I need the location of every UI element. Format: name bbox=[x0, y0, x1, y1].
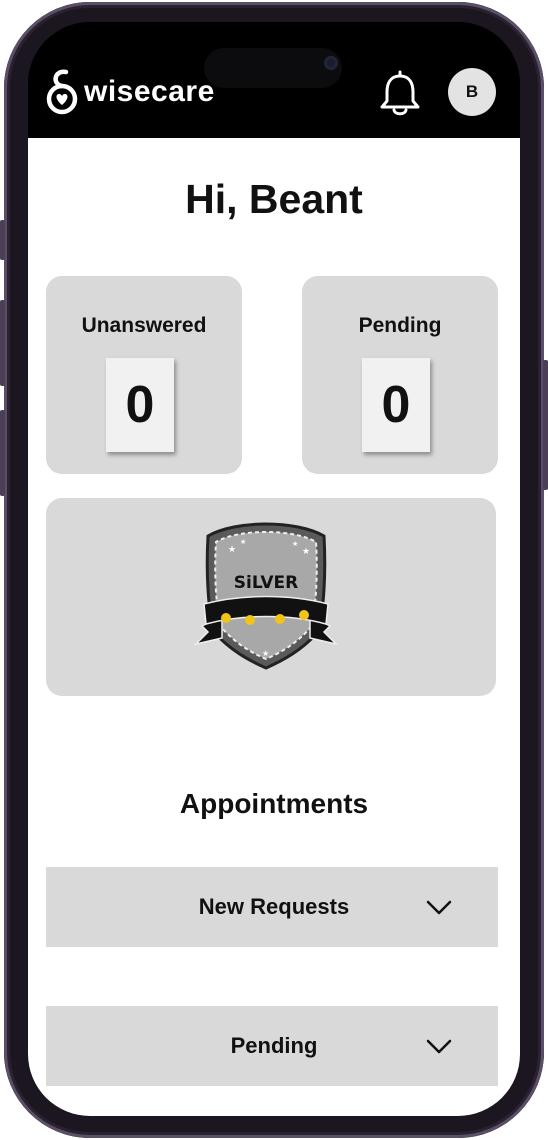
svg-text:★: ★ bbox=[292, 540, 298, 548]
pending-stat-card[interactable]: Pending 0 bbox=[302, 276, 498, 474]
appointments-heading: Appointments bbox=[179, 788, 369, 819]
stat-value: 0 bbox=[362, 358, 430, 452]
power-button bbox=[543, 360, 548, 490]
chevron-down-icon[interactable] bbox=[424, 1033, 454, 1059]
app-name: wisecare bbox=[84, 75, 215, 108]
new-requests-accordion[interactable]: New Requests bbox=[46, 867, 498, 947]
dashboard-content: Hi, Beant Unanswered 0 Pending 0 ★ ★ ★ ★… bbox=[28, 138, 520, 1116]
bell-icon[interactable] bbox=[378, 68, 422, 118]
stat-label: Pending bbox=[358, 314, 442, 337]
app-logo[interactable]: wisecare bbox=[44, 68, 215, 116]
badge-tier-text: SiLVER bbox=[234, 573, 298, 593]
app-header: wisecare B bbox=[28, 22, 520, 138]
svg-text:★: ★ bbox=[302, 546, 310, 556]
wisecare-logo-icon bbox=[46, 69, 78, 115]
svg-text:★: ★ bbox=[240, 538, 246, 546]
front-camera bbox=[324, 56, 338, 70]
page-title: Hi, Beant bbox=[185, 176, 363, 222]
pending-accordion[interactable]: Pending bbox=[46, 1006, 498, 1086]
stat-value: 0 bbox=[106, 358, 174, 452]
avatar[interactable]: B bbox=[448, 68, 496, 116]
chevron-down-icon[interactable] bbox=[424, 894, 454, 920]
tier-badge-card[interactable]: ★ ★ ★ ★ ★ SiLVER bbox=[46, 498, 496, 696]
volume-down-button bbox=[0, 410, 5, 496]
screen: wisecare B Hi, Beant Unanswered 0 Pendin… bbox=[28, 22, 520, 1116]
volume-up-button bbox=[0, 300, 5, 386]
silver-shield-badge-icon: ★ ★ ★ ★ ★ SiLVER bbox=[193, 522, 339, 670]
unanswered-stat-card[interactable]: Unanswered 0 bbox=[46, 276, 242, 474]
stat-label: Unanswered bbox=[81, 314, 207, 337]
action-button bbox=[0, 220, 5, 260]
dynamic-island bbox=[204, 48, 342, 88]
svg-text:★: ★ bbox=[228, 544, 236, 554]
svg-text:★: ★ bbox=[262, 649, 269, 658]
